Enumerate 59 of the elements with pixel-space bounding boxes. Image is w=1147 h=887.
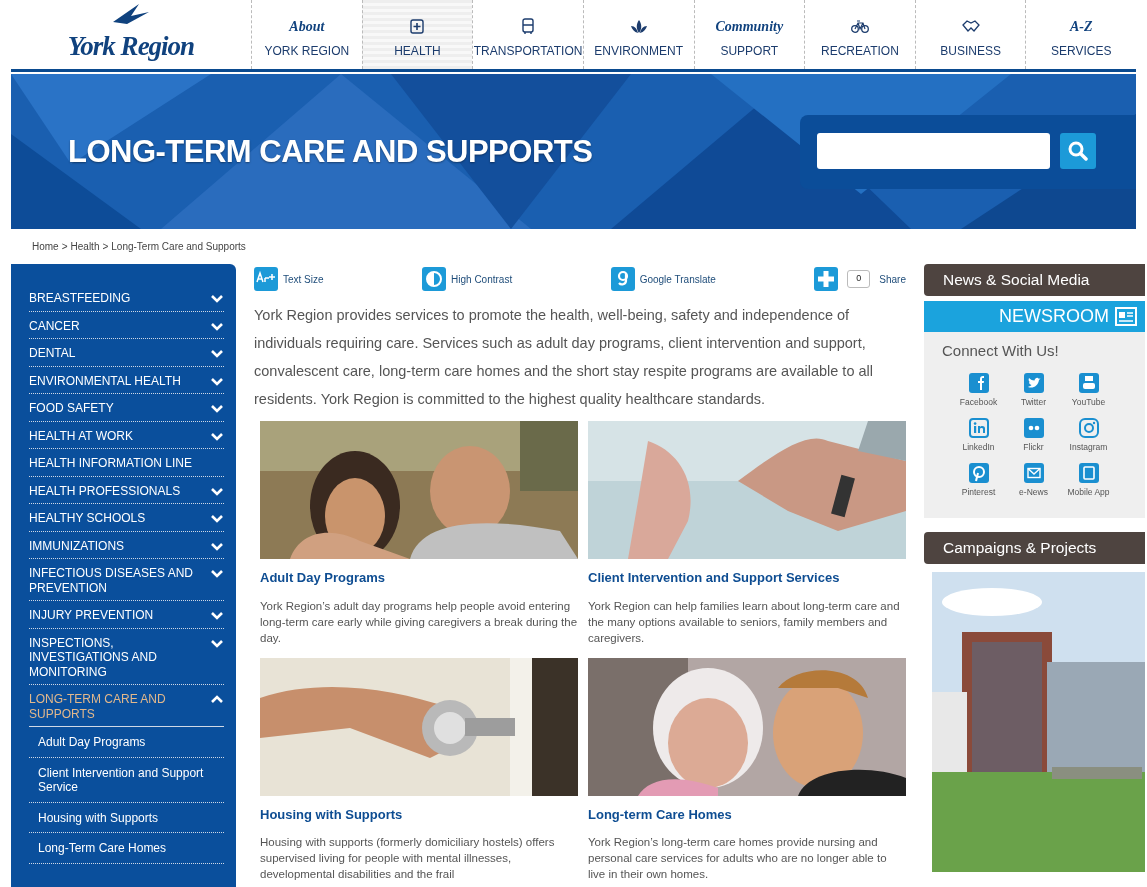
breadcrumb-link[interactable]: Home [32, 239, 59, 254]
sidebar-item[interactable]: HEALTHY SCHOOLS [29, 504, 224, 532]
sidebar-subitem[interactable]: Long-Term Care Homes [29, 833, 224, 864]
nav-tab[interactable]: RECREATION [804, 0, 915, 69]
social-link[interactable]: Flickr [1006, 417, 1061, 453]
sidebar-item[interactable]: INJURY PREVENTION [29, 601, 224, 629]
card-title-link[interactable]: Adult Day Programs [260, 568, 578, 588]
sidebar-item[interactable]: ENVIRONMENTAL HEALTH [29, 366, 224, 394]
share-count: 0 [847, 270, 871, 288]
card-description: York Region can help families learn about long-term care and the many options available to seniors, family members and caregivers. [588, 598, 901, 646]
social-link[interactable]: Mobile App [1061, 462, 1116, 498]
sidebar-item[interactable]: IMMUNIZATIONS [29, 531, 224, 559]
sidebar-subitem[interactable]: Housing with Supports [29, 802, 224, 833]
tool-button[interactable]: Text Size [254, 267, 324, 291]
sidebar-item[interactable]: CANCER [29, 311, 224, 339]
logo-text[interactable]: York Region [67, 26, 195, 67]
sidebar-item[interactable]: INSPECTIONS, INVESTIGATIONS AND MONITORING [29, 628, 224, 685]
connect-heading: Connect With Us! [941, 341, 1060, 362]
nav-tab[interactable]: BUSINESS [914, 0, 1026, 69]
section-heading: News & Social Media [924, 264, 1145, 297]
card-description: York Region’s long-term care homes provide nursing and personal care services for adults who are no longer able to live in their own homes. [588, 835, 888, 882]
nav-tab[interactable]: HEALTH [361, 0, 473, 69]
social-link[interactable]: Pinterest [951, 462, 1006, 498]
nav-tab[interactable]: Community SUPPORT [693, 0, 805, 69]
sidebar-item[interactable]: BREASTFEEDING [29, 284, 224, 312]
social-link[interactable]: Facebook [951, 372, 1006, 408]
sidebar-item[interactable]: DENTAL [29, 339, 224, 367]
card-title-link[interactable]: Client Intervention and Support Services [588, 568, 906, 588]
card-title-link[interactable]: Long-term Care Homes [588, 804, 906, 824]
sidebar-subitem[interactable]: Adult Day Programs [29, 727, 224, 758]
tool-button[interactable]: High Contrast [422, 267, 513, 291]
sidebar-item[interactable]: FOOD SAFETY [29, 394, 224, 422]
breadcrumb-separator: > [102, 240, 109, 254]
tool-button[interactable]: 0 Share [814, 267, 906, 291]
tool-button[interactable]: Google Translate [610, 267, 716, 291]
social-link[interactable]: Twitter [1006, 372, 1061, 408]
sidebar-item[interactable]: INFECTIOUS DISEASES AND PREVENTION [29, 559, 224, 601]
social-link[interactable]: Instagram [1061, 417, 1116, 453]
social-link[interactable]: e-News [1006, 462, 1061, 498]
breadcrumb-link[interactable]: Health [70, 239, 100, 254]
section-heading: Campaigns & Projects [924, 531, 1145, 564]
social-link[interactable]: LinkedIn [951, 417, 1006, 453]
page-title: LONG-TERM CARE AND SUPPORTS [68, 132, 593, 171]
nav-tab[interactable]: About YORK REGION [251, 0, 362, 69]
social-link[interactable]: YouTube [1061, 372, 1116, 408]
breadcrumb-separator: > [61, 240, 68, 254]
card-title-link[interactable]: Housing with Supports [260, 804, 578, 824]
sidebar-item[interactable]: HEALTH INFORMATION LINE [29, 449, 224, 477]
sidebar-item[interactable]: HEALTH PROFESSIONALS [29, 476, 224, 504]
nav-tab[interactable]: A-Z SERVICES [1025, 0, 1136, 69]
sidebar-item[interactable]: HEALTH AT WORK [29, 421, 224, 449]
card-description: Housing with supports (formerly domiciliary hostels) offers supervised living for people with mental illnesses, developmental disabilities and the frail [260, 835, 556, 882]
sidebar-item[interactable]: LONG-TERM CARE AND SUPPORTS [29, 685, 224, 727]
nav-tab[interactable]: TRANSPORTATION [472, 0, 583, 69]
intro-paragraph: York Region provides services to promote the health, well-being, safety and independence of individuals requiring care. Services such as adult day programs, client intervention and support, convalescent care, long-term care homes and the short stay respite programs are available to all residents. York Region is committed to the highest quality healthcare standards. [254, 306, 874, 409]
sidebar-subitem[interactable]: Client Intervention and Support Service [29, 757, 224, 803]
breadcrumb-current: Long-Term Care and Supports [111, 240, 246, 254]
card-description: York Region’s adult day programs help people avoid entering long-term care early while giving caregivers a break during the day. [260, 598, 578, 646]
nav-tab[interactable]: ENVIRONMENT [582, 0, 694, 69]
